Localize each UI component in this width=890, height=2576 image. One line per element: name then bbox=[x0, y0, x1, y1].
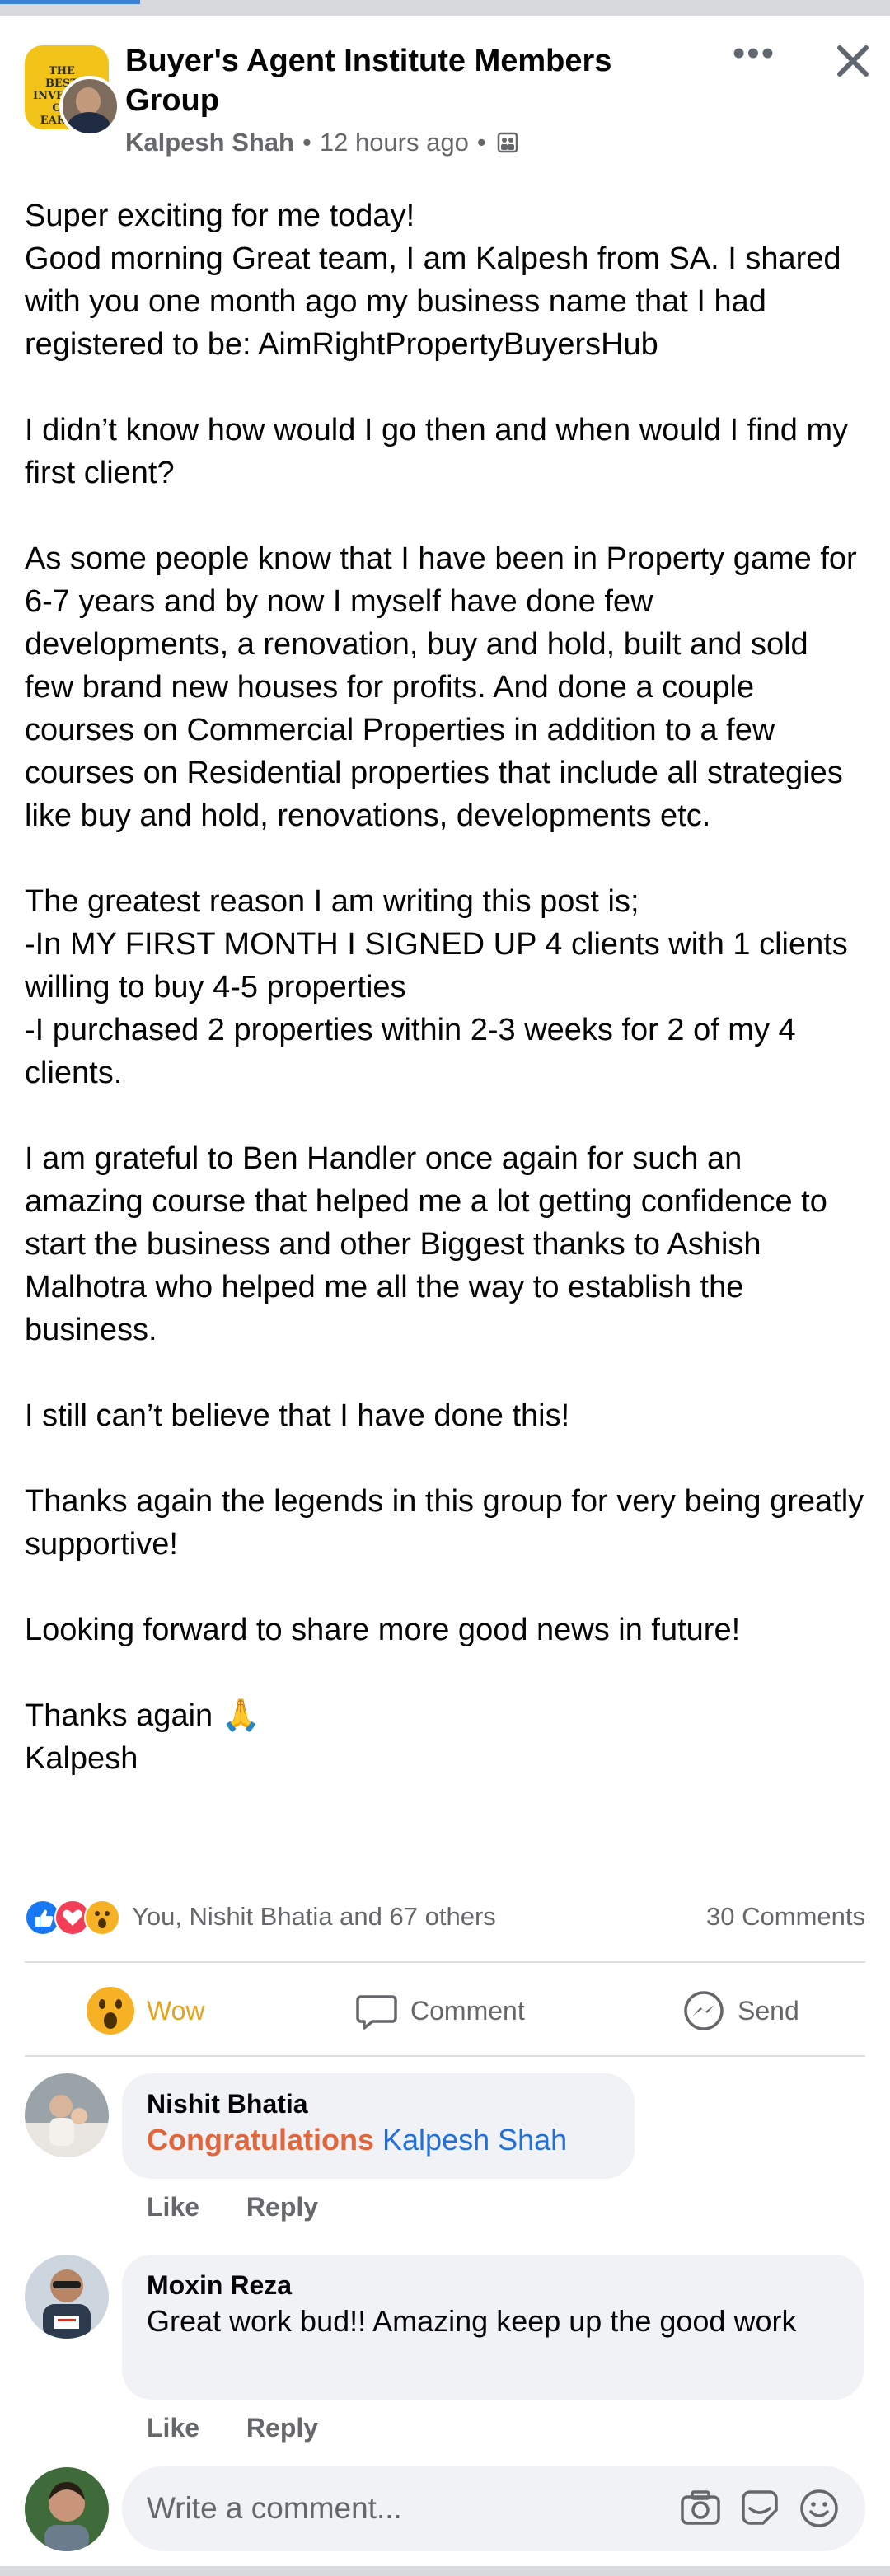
meta-separator: • bbox=[302, 128, 312, 157]
comment-like-button[interactable]: Like bbox=[147, 2192, 199, 2222]
comment-like-button-2[interactable]: Like bbox=[147, 2413, 199, 2443]
comment-bubble[interactable]: Nishit Bhatia Congratulations Kalpesh Sh… bbox=[122, 2073, 635, 2179]
meta-separator-2: • bbox=[476, 128, 486, 157]
bottom-bar bbox=[0, 2566, 890, 2576]
comment-composer: Write a comment... bbox=[25, 2466, 865, 2551]
comment-reply-button[interactable]: Reply bbox=[246, 2192, 318, 2222]
author-name[interactable]: Kalpesh Shah bbox=[125, 126, 294, 159]
divider bbox=[25, 1961, 865, 1963]
emoji-icon[interactable] bbox=[798, 2487, 841, 2530]
wow-label: Wow bbox=[147, 1995, 205, 2026]
post-actions: Wow Comment Send bbox=[25, 1974, 865, 2047]
wow-icon bbox=[84, 1899, 120, 1936]
comment-input[interactable]: Write a comment... bbox=[122, 2466, 865, 2551]
post-text: Super exciting for me today! Good mornin… bbox=[25, 199, 864, 1776]
send-button[interactable]: Send bbox=[682, 1974, 799, 2047]
divider-2 bbox=[25, 2055, 865, 2057]
current-user-photo bbox=[25, 2467, 109, 2551]
comment-bubble-2[interactable]: Moxin Reza Great work bud!! Amazing keep… bbox=[122, 2255, 864, 2400]
comment-input-placeholder[interactable]: Write a comment... bbox=[147, 2466, 402, 2551]
commenter-avatar[interactable] bbox=[25, 2073, 109, 2157]
top-status-bar bbox=[0, 0, 890, 16]
comment-mention[interactable]: Kalpesh Shah bbox=[382, 2123, 567, 2157]
comment-actions-2: Like Reply bbox=[147, 2413, 358, 2443]
comment-icon bbox=[356, 1995, 397, 2030]
comment-label: Comment bbox=[410, 1995, 525, 2026]
progress-accent bbox=[0, 0, 140, 4]
author-avatar-face bbox=[76, 87, 101, 115]
commenter-photo-2 bbox=[25, 2255, 109, 2339]
messenger-icon bbox=[684, 1991, 724, 2030]
commenter-name-2[interactable]: Moxin Reza bbox=[147, 2268, 837, 2302]
reactions-summary[interactable]: You, Nishit Bhatia and 67 others 30 Comm… bbox=[25, 1899, 865, 1936]
wow-emoji-icon bbox=[87, 1987, 134, 2035]
commenter-avatar-2[interactable] bbox=[25, 2255, 109, 2339]
current-user-avatar[interactable] bbox=[25, 2467, 109, 2551]
commenter-photo bbox=[25, 2073, 109, 2157]
post-time[interactable]: 12 hours ago bbox=[320, 126, 469, 159]
camera-icon[interactable] bbox=[679, 2487, 722, 2530]
group-name[interactable]: Buyer's Agent Institute Members Group bbox=[125, 41, 653, 120]
comment-button[interactable]: Comment bbox=[354, 1974, 890, 2047]
author-avatar-shirt bbox=[68, 112, 110, 133]
send-label: Send bbox=[738, 1995, 799, 2026]
wow-reaction-button[interactable]: Wow bbox=[86, 1974, 205, 2047]
comments-count[interactable]: 30 Comments bbox=[706, 1902, 865, 1932]
group-privacy-icon bbox=[497, 132, 518, 153]
comment-highlight: Congratulations bbox=[147, 2123, 374, 2157]
gif-sticker-icon[interactable] bbox=[738, 2487, 781, 2530]
reaction-icons[interactable] bbox=[25, 1899, 127, 1936]
comment-text-2: Great work bud!! Amazing keep up the goo… bbox=[147, 2304, 797, 2338]
comment-text: Congratulations Kalpesh Shah bbox=[147, 2121, 608, 2159]
comment-actions: Like Reply bbox=[147, 2192, 358, 2222]
comment-reply-button-2[interactable]: Reply bbox=[246, 2413, 318, 2443]
close-icon[interactable] bbox=[828, 36, 878, 86]
reaction-names[interactable]: You, Nishit Bhatia and 67 others bbox=[132, 1902, 496, 1932]
author-avatar[interactable] bbox=[59, 76, 120, 137]
post-header: THE BEST INVESTMENT ON EARTH Buyer's Age… bbox=[25, 35, 874, 165]
post-meta: Kalpesh Shah • 12 hours ago • bbox=[125, 126, 519, 159]
more-options-button[interactable]: ••• bbox=[729, 35, 779, 82]
commenter-name[interactable]: Nishit Bhatia bbox=[147, 2087, 608, 2121]
